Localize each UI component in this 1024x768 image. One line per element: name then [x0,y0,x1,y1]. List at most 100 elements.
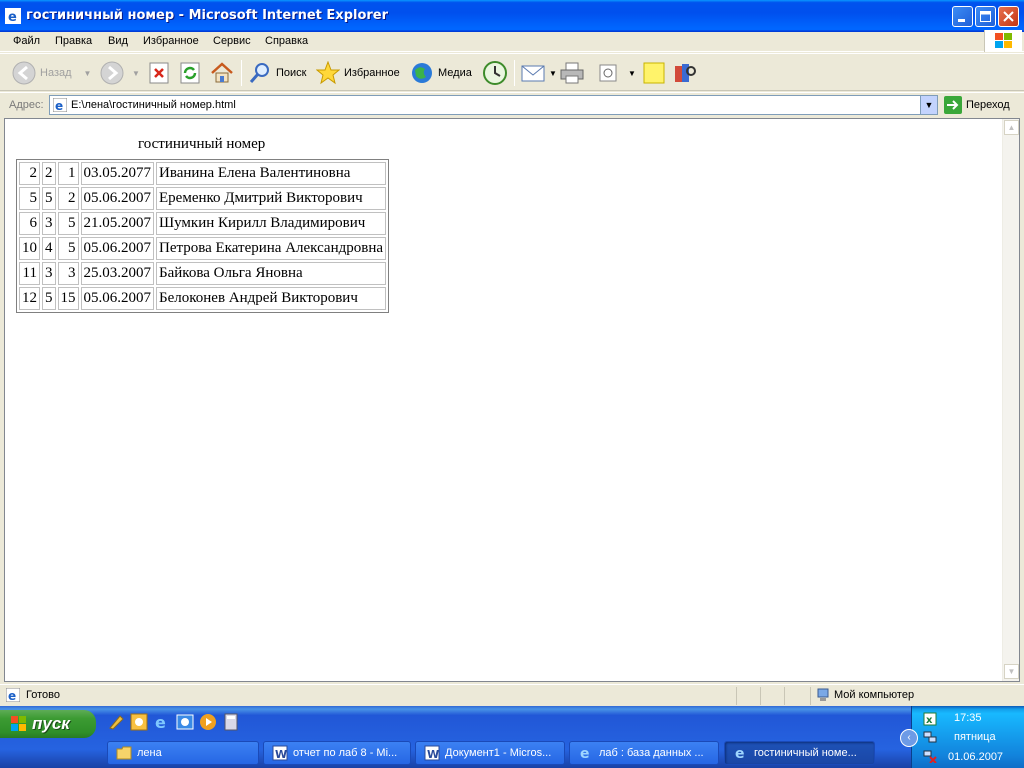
task-button[interactable]: лена [107,741,259,765]
windows-flag-icon [995,33,1012,48]
quicklaunch-media-player-icon[interactable] [199,713,217,731]
chevron-left-icon: ‹ [907,732,911,743]
back-dropdown-icon[interactable]: ▼ [84,69,92,78]
menu-file[interactable]: Файл [13,35,40,47]
quicklaunch-desktop-icon[interactable] [130,713,148,731]
research-button[interactable] [673,54,697,92]
mail-dropdown-icon[interactable]: ▼ [549,69,557,78]
refresh-icon [180,62,200,84]
vertical-scrollbar[interactable]: ▲ ▼ [1002,119,1019,681]
table-cell: 3 [42,262,56,285]
maximize-icon [980,11,991,22]
address-input[interactable]: e E:\лена\гостиничный номер.html ▼ [49,95,938,115]
go-arrow-icon [944,96,962,114]
table-cell: 11 [19,262,40,285]
quicklaunch-calculator-icon[interactable] [222,713,240,731]
status-text: Готово [26,689,60,701]
records-table: 2 2 1 03.05.2077 Иванина Елена Валентиновна 5… [16,159,390,313]
search-button[interactable]: Поиск [248,54,306,92]
table-cell: 5 [42,287,56,310]
research-icon [675,64,696,82]
menu-help[interactable]: Справка [265,35,308,47]
refresh-button[interactable] [180,54,200,92]
task-button[interactable]: e лаб : база данных ... [569,741,719,765]
minimize-button[interactable] [952,6,973,27]
svg-text:e: e [580,746,590,761]
page-viewport[interactable]: гостиничный номер 2 2 1 03.05.2077 Иванина Е… [4,118,1020,682]
table-cell: 3 [42,212,56,235]
task-button-active[interactable]: e гостиничный номе... [724,741,875,765]
forward-button[interactable]: ▼ [100,54,140,92]
address-value[interactable]: E:\лена\гостиничный номер.html [71,99,236,111]
toolbar-separator [514,60,515,86]
chevron-down-icon: ▼ [924,100,934,110]
table-row: 10 4 5 05.06.2007 Петрова Екатерина Александ… [19,237,387,260]
menu-edit[interactable]: Правка [55,35,92,47]
standard-toolbar: Назад ▼ ▼ Поиск Избранное Медиа ▼ ▼ [0,53,1024,91]
table-cell: Еременко Дмитрий Викторович [156,187,387,210]
task-button[interactable]: W отчет по лаб 8 - Mi... [263,741,411,765]
table-cell: Байкова Ольга Яновна [156,262,387,285]
home-button[interactable] [210,54,234,92]
ie-icon: e [580,746,590,761]
media-icon [412,63,432,83]
discuss-button[interactable] [643,54,665,92]
maximize-button[interactable] [975,6,996,27]
go-button[interactable]: Переход [944,96,1010,114]
stop-icon [149,62,169,84]
go-label: Переход [966,99,1010,111]
table-cell: 5 [19,187,40,210]
arrow-down-icon: ▼ [1007,667,1016,676]
clock-time[interactable]: 17:35 [954,712,982,724]
mail-button[interactable]: ▼ [521,54,557,92]
forward-dropdown-icon[interactable]: ▼ [132,69,140,78]
title-bar[interactable]: e гостиничный номер - Microsoft Internet… [0,0,1024,32]
scroll-up-button[interactable]: ▲ [1004,120,1019,135]
computer-icon [817,688,829,701]
status-pane [784,687,785,705]
back-button[interactable]: Назад ▼ [12,54,91,92]
favorites-button[interactable]: Избранное [316,54,400,92]
scroll-down-button[interactable]: ▼ [1004,664,1019,679]
task-label: лаб : база данных ... [599,747,704,759]
address-label: Адрес: [9,99,44,111]
edit-dropdown-icon[interactable]: ▼ [628,69,636,78]
menu-tools[interactable]: Сервис [213,35,251,47]
show-hidden-icons-button[interactable]: ‹ [900,729,918,747]
task-button[interactable]: W Документ1 - Micros... [415,741,565,765]
quicklaunch-edit-icon[interactable] [107,713,125,731]
table-cell: 21.05.2007 [80,212,154,235]
table-cell: 15 [57,287,79,310]
table-row: 12 5 15 05.06.2007 Белоконев Андрей Викторов… [19,287,387,310]
ie-icon: e [735,746,745,761]
edit-button[interactable]: ▼ [598,54,636,92]
close-button[interactable] [998,6,1019,27]
network-icon[interactable] [923,730,937,744]
table-cell: Петрова Екатерина Александровна [156,237,387,260]
toolbar-separator [241,60,242,86]
history-icon [483,61,507,85]
start-button[interactable]: пуск [0,710,96,738]
print-button[interactable] [560,54,584,92]
menu-view[interactable]: Вид [108,35,128,47]
history-button[interactable] [482,54,508,92]
task-label: отчет по лаб 8 - Mi... [293,747,398,759]
menu-favorites[interactable]: Избранное [143,35,199,47]
task-label: лена [137,747,162,759]
page-icon: e [53,98,67,112]
table-cell: 5 [57,212,79,235]
quicklaunch-outlook-icon[interactable] [176,713,194,731]
address-dropdown-button[interactable]: ▼ [920,96,937,114]
svg-text:x: x [926,715,933,726]
quicklaunch-ie-icon[interactable]: e [153,713,171,731]
windows-flag-icon [11,716,26,731]
folder-icon [116,746,132,760]
network-disconnected-icon[interactable] [923,749,937,763]
stop-button[interactable] [149,54,169,92]
table-row: 6 3 5 21.05.2007 Шумкин Кирилл Владимирович [19,212,387,235]
minimize-icon [958,19,965,22]
excel-tray-icon[interactable]: x [923,712,937,726]
media-button[interactable]: Медиа [410,54,472,92]
zone-label: Мой компьютер [834,689,915,701]
table-cell: 05.06.2007 [80,237,154,260]
